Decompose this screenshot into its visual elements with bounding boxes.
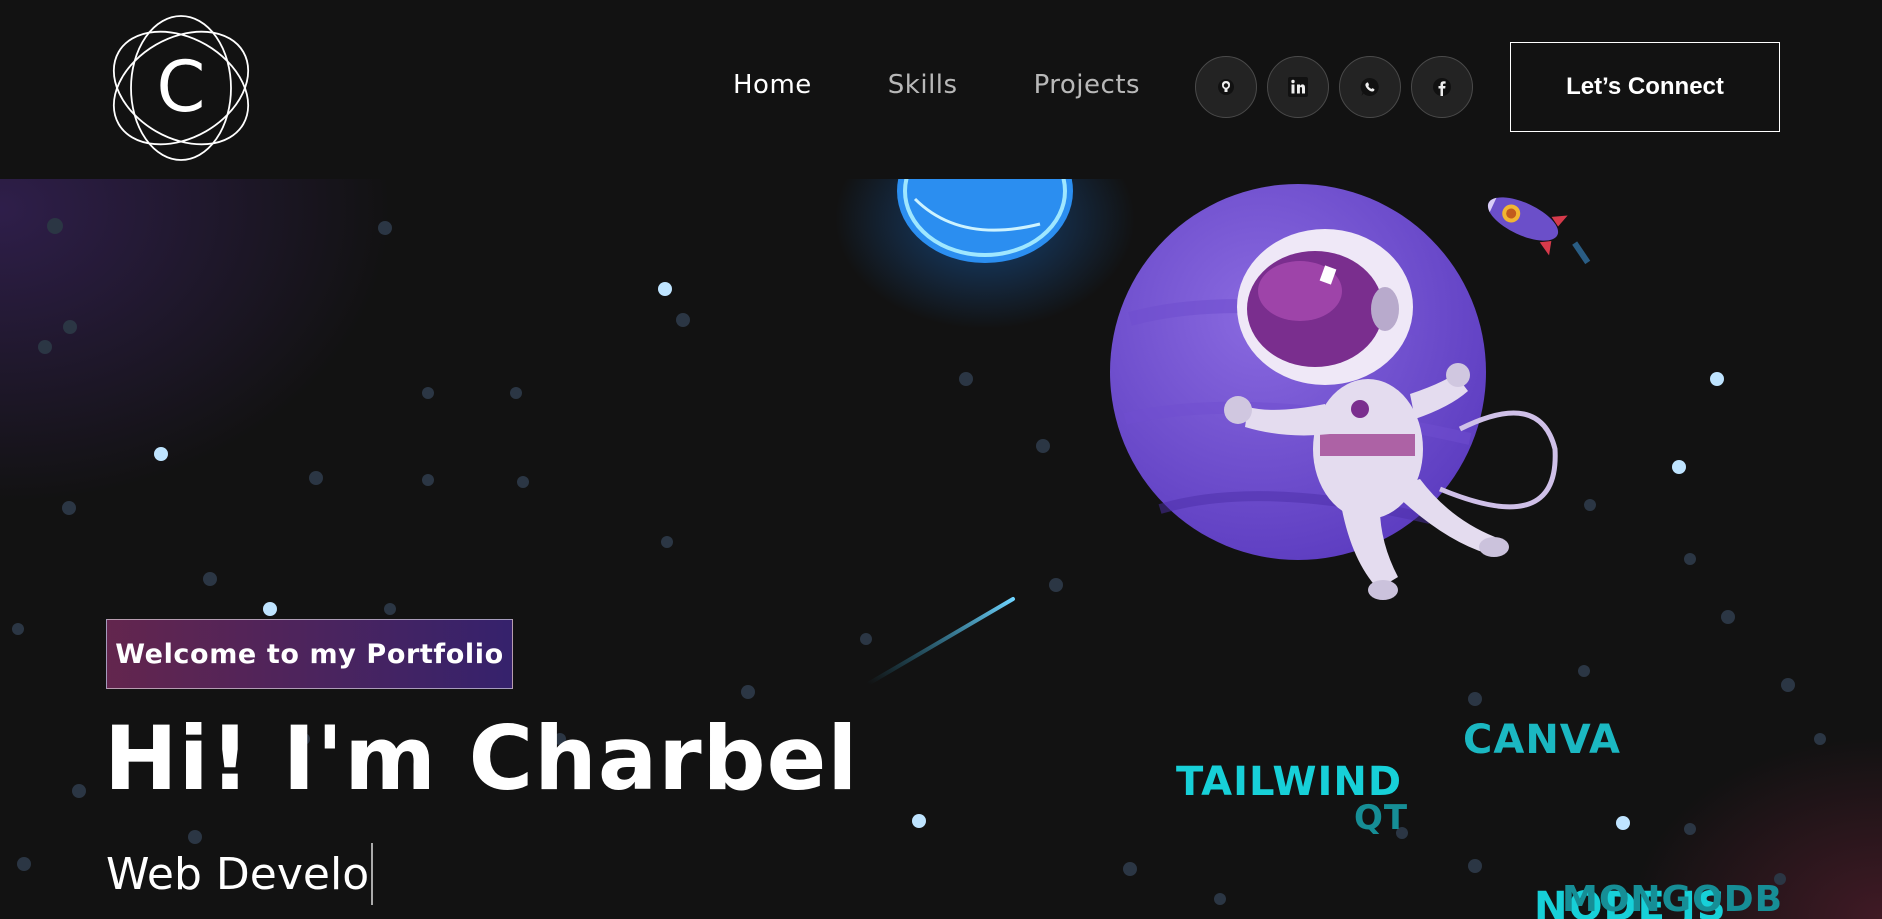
navbar: C Home Skills Projects Let’s Connect [0,0,1882,179]
whatsapp-button[interactable] [1339,56,1401,118]
welcome-badge: Welcome to my Portfolio [106,619,513,689]
nav-link-skills[interactable]: Skills [888,70,958,100]
github-button[interactable] [1195,56,1257,118]
skill-word-qt: QT [1354,798,1409,838]
typing-caret [371,843,374,905]
logo-letter: C [157,46,206,128]
nav-link-projects[interactable]: Projects [1034,70,1141,100]
skill-word-canva: CANVA [1463,717,1621,763]
facebook-button[interactable] [1411,56,1473,118]
github-icon [1218,79,1234,95]
social-icons [1195,56,1473,118]
blue-planet-icon [835,179,1135,329]
lets-connect-button[interactable]: Let’s Connect [1510,42,1780,132]
nav-link-home[interactable]: Home [733,70,812,100]
whatsapp-icon [1360,77,1379,96]
linkedin-icon [1288,77,1308,97]
linkedin-button[interactable] [1267,56,1329,118]
hero-subtitle: Web Develo [106,843,374,905]
nav-links: Home Skills Projects [733,70,1216,100]
hero-banner: Welcome to my Portfolio Hi! I'm Charbel … [0,179,1882,919]
typing-text: Web Develo [106,848,370,900]
hero-title: Hi! I'm Charbel [104,707,859,810]
facebook-icon [1433,78,1451,96]
skill-word-mongodb: MONGODB [1562,879,1784,919]
rocket-icon [1487,197,1591,265]
logo-icon[interactable]: C [104,11,258,165]
